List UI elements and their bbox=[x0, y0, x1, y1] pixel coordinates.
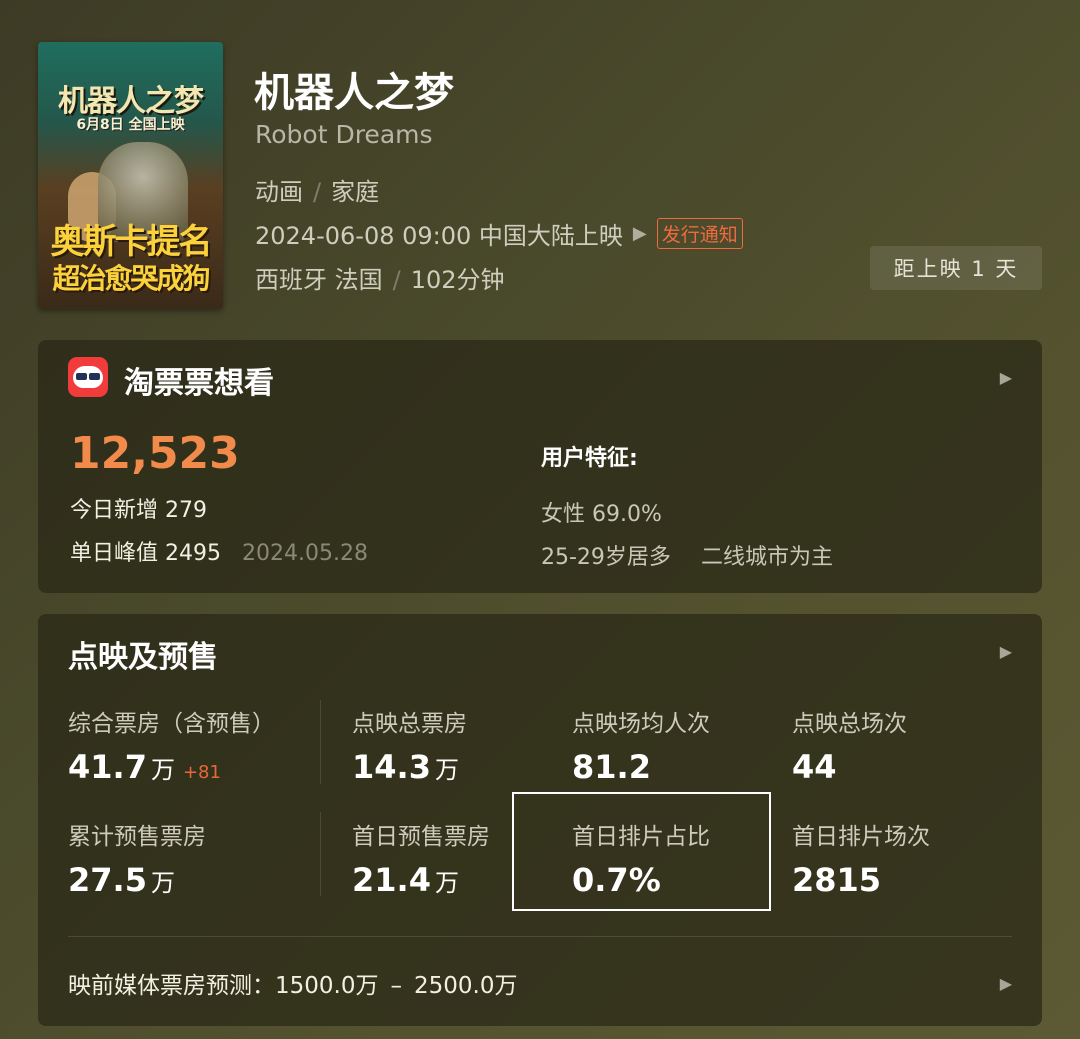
stat-number: 81.2 bbox=[572, 748, 651, 786]
stat-value: 21.4 万 bbox=[352, 861, 490, 899]
movie-poster[interactable]: 机器人之梦 6月8日 全国上映 奥斯卡提名 超治愈哭成狗 bbox=[38, 42, 223, 309]
genre-2: 家庭 bbox=[331, 178, 380, 206]
stat-preview-avg-attendance: 点映场均人次 81.2 bbox=[572, 704, 710, 786]
want-to-see-card[interactable]: 淘票票想看 ▶ 12,523 今日新增 279 单日峰值 2495 2024.0… bbox=[38, 340, 1042, 593]
section-divider bbox=[68, 936, 1012, 937]
countries: 西班牙 法国 bbox=[255, 266, 383, 294]
today-new-label: 今日新增 bbox=[70, 498, 159, 523]
user-gender: 女性 69.0% bbox=[541, 502, 662, 527]
stat-first-day-presale: 首日预售票房 21.4 万 bbox=[352, 817, 490, 899]
app-icon-glass-right bbox=[89, 373, 100, 380]
release-notice-badge[interactable]: 发行通知 bbox=[656, 218, 743, 249]
play-icon[interactable]: ▶ bbox=[633, 223, 647, 244]
movie-title: 机器人之梦 bbox=[254, 70, 454, 116]
stat-label: 点映总场次 bbox=[792, 711, 907, 737]
daily-peak: 单日峰值 2495 2024.05.28 bbox=[70, 535, 368, 567]
user-age: 25-29岁居多 bbox=[541, 545, 671, 570]
user-city: 二线城市为主 bbox=[700, 545, 833, 570]
poster-tagline-1: 奥斯卡提名 bbox=[50, 222, 213, 262]
stat-label: 首日预售票房 bbox=[352, 824, 490, 850]
stat-unit: 万 bbox=[150, 756, 175, 784]
countdown-badge: 距上映 1 天 bbox=[870, 246, 1042, 290]
stat-presale-box-office: 累计预售票房 27.5 万 bbox=[68, 817, 206, 899]
daily-peak-date: 2024.05.28 bbox=[242, 541, 368, 566]
column-divider bbox=[320, 700, 321, 784]
stat-label: 首日排片场次 bbox=[792, 824, 930, 850]
poster-date-art: 6月8日 全国上映 bbox=[76, 117, 185, 133]
today-new-value: 279 bbox=[165, 498, 208, 523]
duration: 102分钟 bbox=[410, 266, 505, 294]
stat-total-box-office: 综合票房（含预售） 41.7 万 +81 bbox=[68, 704, 275, 786]
movie-title-en: Robot Dreams bbox=[255, 120, 433, 149]
genre-separator: / bbox=[313, 178, 322, 206]
stat-label: 点映总票房 bbox=[352, 711, 467, 737]
want-card-title: 淘票票想看 bbox=[124, 366, 274, 401]
box-office-forecast: 映前媒体票房预测：1500.0万 –2500.0万 bbox=[68, 966, 517, 1000]
chevron-right-icon[interactable]: ▶ bbox=[1000, 368, 1012, 387]
taopiaopiao-app-icon bbox=[68, 357, 108, 397]
movie-genres: 动画 / 家庭 bbox=[255, 172, 379, 207]
presale-card-title: 点映及预售 bbox=[68, 640, 218, 675]
poster-tagline-2: 超治愈哭成狗 bbox=[52, 262, 210, 295]
stat-number: 21.4 bbox=[352, 861, 431, 899]
presale-card[interactable]: 点映及预售 ▶ 综合票房（含预售） 41.7 万 +81 点映总票房 14.3 万 点… bbox=[38, 614, 1042, 1026]
stat-number: 2815 bbox=[792, 861, 882, 899]
app-icon-glass-left bbox=[76, 373, 87, 380]
daily-peak-value: 2495 bbox=[165, 541, 222, 566]
today-new: 今日新增 279 bbox=[70, 492, 207, 524]
daily-peak-label: 单日峰值 bbox=[70, 541, 159, 566]
info-separator: / bbox=[392, 266, 401, 294]
user-features-title: 用户特征: bbox=[541, 446, 638, 471]
highlight-box bbox=[512, 792, 771, 911]
app-icon-face bbox=[73, 366, 103, 388]
stat-value: 14.3 万 bbox=[352, 748, 467, 786]
stat-label: 累计预售票房 bbox=[68, 824, 206, 850]
stat-unit: 万 bbox=[434, 756, 459, 784]
stat-number: 14.3 bbox=[352, 748, 431, 786]
chevron-right-icon[interactable]: ▶ bbox=[1000, 642, 1012, 661]
stat-value: 44 bbox=[792, 748, 907, 786]
stat-unit: 万 bbox=[434, 869, 459, 897]
stat-number: 41.7 bbox=[68, 748, 147, 786]
forecast-low: 1500.0万 bbox=[275, 973, 379, 999]
stat-label: 点映场均人次 bbox=[572, 711, 710, 737]
stat-number: 44 bbox=[792, 748, 837, 786]
stat-number: 27.5 bbox=[68, 861, 147, 899]
stat-value: 2815 bbox=[792, 861, 930, 899]
stat-delta: +81 bbox=[182, 762, 221, 783]
genre-1: 动画 bbox=[255, 178, 303, 206]
stat-first-day-shows: 首日排片场次 2815 bbox=[792, 817, 930, 899]
forecast-separator: – bbox=[390, 973, 402, 999]
user-demographics: 25-29岁居多 二线城市为主 bbox=[541, 539, 833, 571]
release-info: 2024-06-08 09:00 中国大陆上映 ▶ 发行通知 bbox=[255, 216, 743, 251]
column-divider bbox=[320, 812, 321, 896]
forecast-high: 2500.0万 bbox=[413, 973, 518, 999]
stat-unit: 万 bbox=[150, 869, 175, 897]
stat-value: 27.5 万 bbox=[68, 861, 206, 899]
stat-label: 综合票房（含预售） bbox=[68, 711, 275, 737]
chevron-right-icon[interactable]: ▶ bbox=[1000, 974, 1012, 993]
stat-value: 41.7 万 +81 bbox=[68, 748, 275, 786]
stat-preview-total-shows: 点映总场次 44 bbox=[792, 704, 907, 786]
forecast-label: 映前媒体票房预测： bbox=[68, 973, 275, 999]
stat-preview-box-office: 点映总票房 14.3 万 bbox=[352, 704, 467, 786]
want-total: 12,523 bbox=[70, 428, 240, 479]
stat-value: 81.2 bbox=[572, 748, 710, 786]
country-duration: 西班牙 法国 / 102分钟 bbox=[255, 260, 505, 295]
release-date: 2024-06-08 09:00 中国大陆上映 bbox=[255, 222, 623, 250]
